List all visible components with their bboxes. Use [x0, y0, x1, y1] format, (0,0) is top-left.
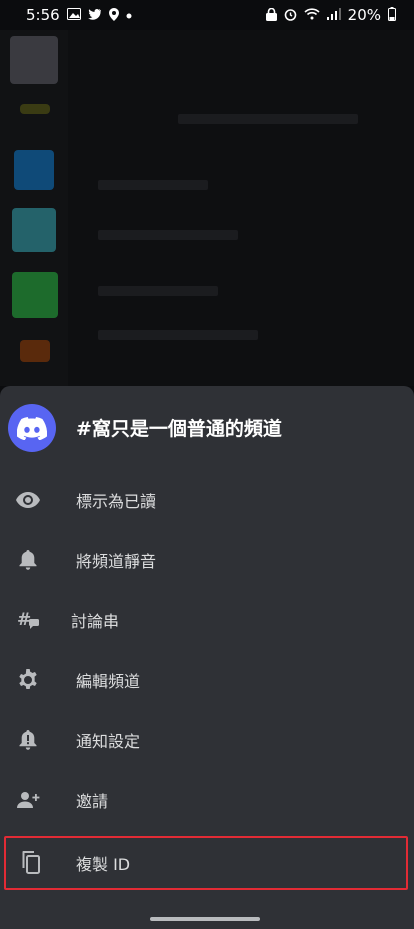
threads-icon: # — [16, 608, 40, 632]
menu-item-label: 將頻道靜音 — [76, 552, 157, 571]
status-bar: 5:56 20% — [0, 0, 414, 30]
notification-settings-item[interactable]: 通知設定 — [0, 710, 414, 770]
discord-logo-icon — [8, 404, 56, 452]
battery-percent: 20% — [347, 6, 381, 24]
menu-item-label: 編輯頻道 — [76, 672, 141, 691]
server-icon — [20, 340, 50, 362]
wifi-icon — [304, 8, 320, 22]
copy-icon — [18, 851, 42, 875]
threads-item[interactable]: # 討論串 — [0, 590, 414, 650]
server-icon — [10, 36, 58, 84]
gear-icon — [16, 668, 40, 692]
battery-icon — [388, 7, 396, 23]
menu-item-label: 邀請 — [76, 792, 109, 811]
server-icon — [20, 104, 50, 114]
menu-item-label: 通知設定 — [76, 732, 141, 751]
action-menu: 標示為已讀 將頻道靜音 # 討論串 編輯頻道 通知設定 邀請 複製 ID — [0, 470, 414, 890]
channel-actions-sheet: #窩只是一個普通的頻道 標示為已讀 將頻道靜音 # 討論串 編輯頻道 通知設定 … — [0, 386, 414, 929]
clock: 5:56 — [26, 6, 60, 24]
menu-item-label: 標示為已讀 — [76, 492, 157, 511]
edit-channel-item[interactable]: 編輯頻道 — [0, 650, 414, 710]
location-icon — [108, 7, 119, 23]
menu-item-label: 討論串 — [71, 612, 120, 631]
channel-title: #窩只是一個普通的頻道 — [76, 418, 282, 440]
eye-icon — [16, 488, 40, 512]
alarm-icon — [284, 8, 297, 23]
blurred-text — [98, 180, 208, 190]
server-icon — [14, 150, 54, 190]
blurred-text — [98, 230, 238, 240]
copy-id-item[interactable]: 複製 ID — [4, 836, 408, 890]
mute-channel-item[interactable]: 將頻道靜音 — [0, 530, 414, 590]
blurred-text — [98, 286, 218, 296]
blurred-text — [98, 330, 258, 340]
twitter-icon — [87, 8, 102, 22]
server-icon — [12, 208, 56, 252]
server-list — [0, 30, 68, 386]
blurred-text — [178, 114, 358, 124]
channel-area — [68, 30, 414, 386]
lock-icon — [265, 7, 277, 23]
invite-item[interactable]: 邀請 — [0, 770, 414, 830]
blurred-background — [0, 30, 414, 386]
menu-item-label: 複製 ID — [76, 855, 131, 874]
server-icon — [12, 272, 58, 318]
home-indicator[interactable] — [150, 917, 260, 921]
bell-icon — [16, 548, 40, 572]
add-person-icon — [16, 788, 40, 812]
signal-icon — [326, 8, 341, 22]
bell-alert-icon — [16, 728, 40, 752]
mark-as-read-item[interactable]: 標示為已讀 — [0, 470, 414, 530]
gallery-icon — [66, 8, 81, 22]
dot-icon — [126, 9, 132, 21]
sheet-header: #窩只是一個普通的頻道 — [0, 386, 414, 470]
